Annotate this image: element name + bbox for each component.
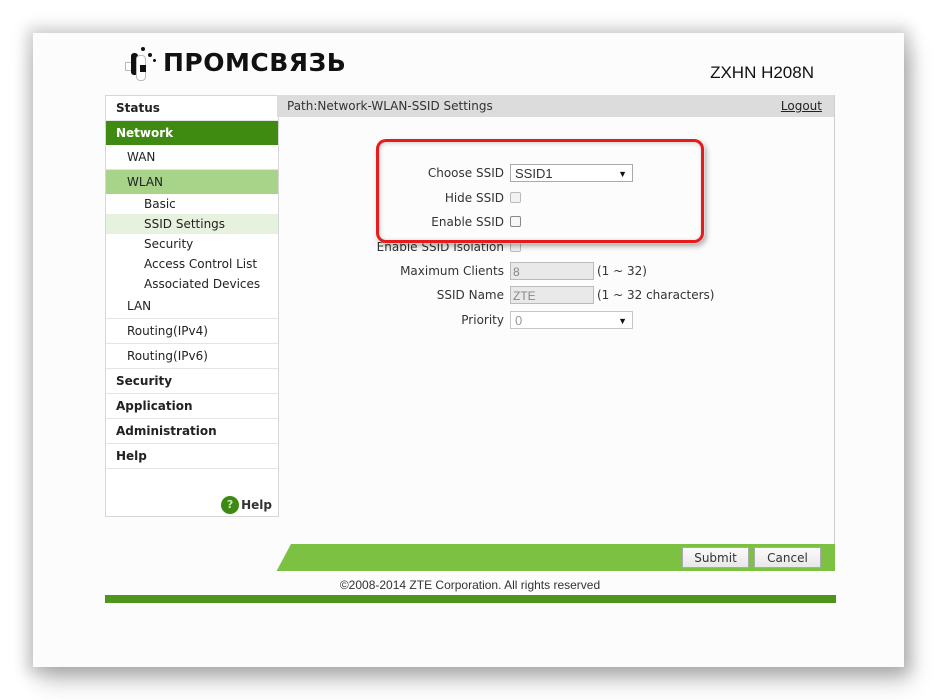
ssid-name-hint: (1 ~ 32 characters): [597, 288, 715, 302]
priority-select[interactable]: 0 ▼: [510, 311, 633, 329]
brand-name: ПРОМСВЯЗЬ: [163, 47, 347, 77]
sidebar-item-help[interactable]: Help: [106, 444, 278, 469]
max-clients-input[interactable]: 8: [510, 262, 594, 280]
sidebar-item-status[interactable]: Status: [106, 96, 278, 121]
choose-ssid-select[interactable]: SSID1 ▼: [510, 164, 633, 182]
enable-isolation-row: Enable SSID Isolation: [277, 237, 834, 257]
sidebar-item-associated-devices[interactable]: Associated Devices: [106, 274, 278, 294]
max-clients-row: Maximum Clients 8 (1 ~ 32): [277, 261, 834, 281]
sidebar-item-wan[interactable]: WAN: [106, 145, 278, 170]
sidebar-item-administration[interactable]: Administration: [106, 419, 278, 444]
help-link[interactable]: ? Help: [221, 496, 272, 514]
device-model: ZXHN H208N: [710, 63, 814, 82]
hide-ssid-row: Hide SSID: [277, 188, 834, 208]
footer-bar: [105, 595, 836, 603]
help-icon: ?: [221, 496, 240, 514]
priority-row: Priority 0 ▼: [277, 310, 834, 330]
hide-ssid-label: Hide SSID: [444, 191, 504, 205]
cancel-button[interactable]: Cancel: [754, 547, 821, 568]
sidebar-item-routing-ipv6[interactable]: Routing(IPv6): [106, 344, 278, 369]
sidebar-item-lan[interactable]: LAN: [106, 294, 278, 319]
priority-label: Priority: [461, 313, 504, 327]
logout-link[interactable]: Logout: [781, 95, 822, 117]
breadcrumb-bar: Path:Network-WLAN-SSID Settings Logout: [277, 95, 834, 117]
priority-value: 0: [515, 313, 523, 328]
enable-isolation-label: Enable SSID Isolation: [376, 240, 504, 254]
enable-ssid-label: Enable SSID: [431, 215, 504, 229]
sidebar-nav: Status Network WAN WLAN Basic SSID Setti…: [105, 95, 279, 517]
choose-ssid-label: Choose SSID: [427, 166, 504, 180]
enable-isolation-checkbox[interactable]: [510, 241, 521, 252]
sidebar-item-wlan-security[interactable]: Security: [106, 234, 278, 254]
help-link-label: Help: [241, 498, 272, 512]
sidebar-item-ssid-settings[interactable]: SSID Settings: [106, 214, 278, 234]
breadcrumb: Path:Network-WLAN-SSID Settings: [287, 99, 493, 113]
dropdown-arrow-icon: ▼: [618, 316, 627, 326]
content-divider: [834, 95, 835, 545]
action-bar: Submit Cancel: [253, 544, 835, 571]
sidebar-item-basic[interactable]: Basic: [106, 194, 278, 214]
max-clients-hint: (1 ~ 32): [597, 264, 647, 278]
brand-logo-icon: [123, 45, 159, 81]
sidebar-item-application[interactable]: Application: [106, 394, 278, 419]
sidebar-item-wlan[interactable]: WLAN: [106, 170, 278, 194]
ssid-name-row: SSID Name ZTE (1 ~ 32 characters): [277, 285, 834, 305]
brand-logo: ПРОМСВЯЗЬ: [123, 44, 347, 81]
copyright-text: ©2008-2014 ZTE Corporation. All rights r…: [339, 578, 601, 592]
hide-ssid-checkbox[interactable]: [510, 192, 521, 203]
sidebar-item-security[interactable]: Security: [106, 369, 278, 394]
enable-ssid-checkbox[interactable]: [510, 216, 521, 227]
choose-ssid-row: Choose SSID SSID1 ▼: [277, 163, 834, 183]
sidebar-item-routing-ipv4[interactable]: Routing(IPv4): [106, 319, 278, 344]
ssid-name-input[interactable]: ZTE: [510, 286, 594, 304]
dropdown-arrow-icon: ▼: [618, 169, 627, 179]
sidebar-item-access-control-list[interactable]: Access Control List: [106, 254, 278, 274]
choose-ssid-value: SSID1: [515, 166, 553, 181]
submit-button[interactable]: Submit: [682, 547, 749, 568]
router-admin-page: ПРОМСВЯЗЬ ZXHN H208N Status Network WAN …: [33, 33, 904, 667]
sidebar-item-network[interactable]: Network: [106, 121, 278, 145]
enable-ssid-row: Enable SSID: [277, 212, 834, 232]
ssid-name-label: SSID Name: [436, 288, 504, 302]
max-clients-label: Maximum Clients: [400, 264, 504, 278]
